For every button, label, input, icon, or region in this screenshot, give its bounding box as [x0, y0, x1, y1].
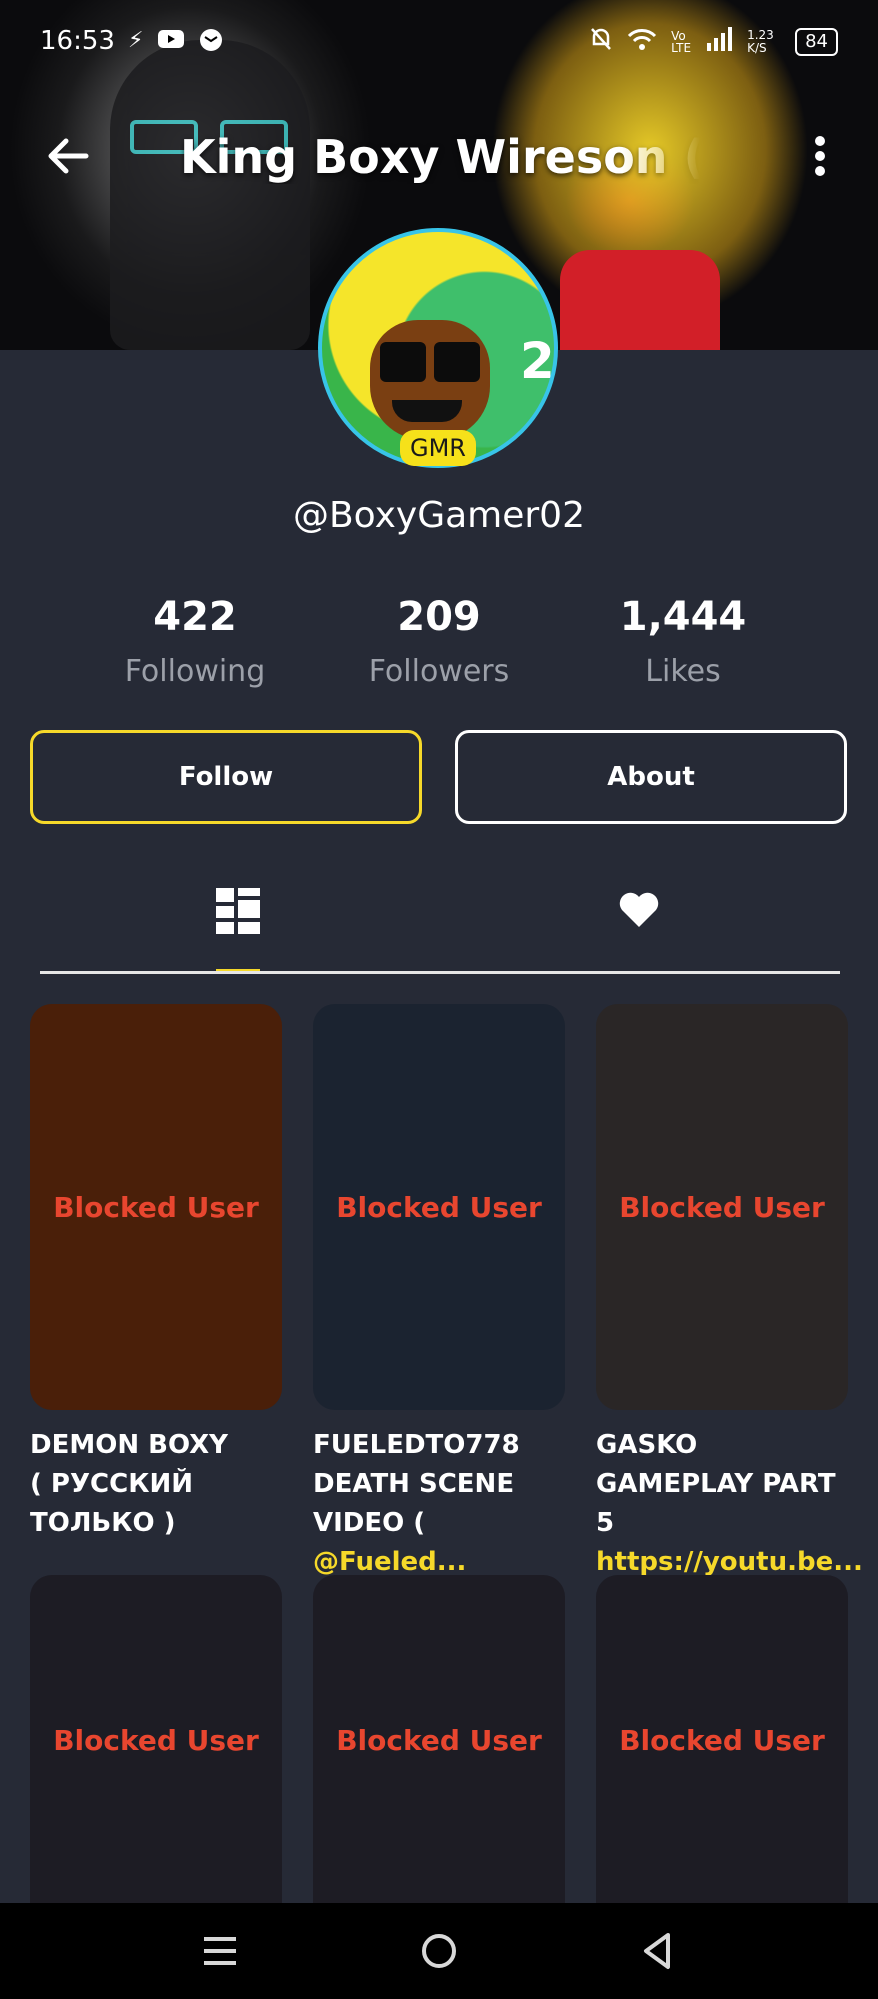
stat-label: Followers — [368, 654, 510, 689]
video-card[interactable]: Blocked User — [30, 1004, 282, 1410]
username: @BoxyGamer02 — [292, 495, 585, 536]
stat-followers[interactable]: 209 Followers — [329, 594, 549, 689]
video-card[interactable]: Blocked User — [596, 1575, 848, 1905]
wifi-icon — [627, 27, 657, 57]
home-icon[interactable] — [417, 1929, 461, 1973]
stat-following[interactable]: 422 Following — [85, 594, 305, 689]
video-caption[interactable]: FUELEDTO778 DEATH SCENE VIDEO ( @Fueled.… — [313, 1426, 565, 1582]
stat-value: 209 — [397, 594, 481, 640]
profile-title: King Boxy Wireson ( Ko — [180, 130, 700, 184]
back-arrow-icon[interactable] — [46, 134, 90, 178]
avatar-face — [370, 320, 490, 440]
system-navigation-bar — [0, 1903, 878, 1999]
avatar[interactable]: 2 GMR — [318, 228, 558, 468]
youtube-icon — [157, 28, 185, 58]
heart-icon[interactable] — [618, 892, 660, 928]
menu-icon[interactable] — [198, 1929, 242, 1973]
video-caption[interactable]: GASKO GAMEPLAY PART 5 https://youtu.be..… — [596, 1426, 863, 1582]
back-triangle-icon[interactable] — [636, 1929, 680, 1973]
caption-line: DEATH SCENE — [313, 1469, 515, 1499]
tabs-divider — [40, 971, 840, 974]
video-card[interactable]: Blocked User — [313, 1004, 565, 1410]
video-caption[interactable]: DEMON BOXY ( РУССКИЙ ТОЛЬКО ) — [30, 1426, 282, 1543]
video-card[interactable]: Blocked User — [596, 1004, 848, 1410]
stat-value: 1,444 — [619, 594, 747, 640]
caption-line: VIDEO ( @Fueled... — [313, 1504, 565, 1582]
signal-icon — [705, 27, 733, 57]
status-time: 16:53 — [40, 26, 115, 56]
stat-label: Likes — [645, 654, 721, 689]
follow-button[interactable]: Follow — [30, 730, 422, 824]
volte-icon: Vo LTE — [671, 29, 692, 55]
profile-top-bar: King Boxy Wireson ( Ko — [0, 120, 878, 200]
charging-bolt-icon: ⚡ — [128, 28, 144, 53]
caption-line: DEMON BOXY — [30, 1430, 228, 1460]
caption-mention-link[interactable]: @Fueled... — [313, 1547, 466, 1577]
caption-line: FUELEDTO778 — [313, 1430, 520, 1460]
message-icon — [199, 28, 223, 58]
avatar-glasses-right — [434, 342, 480, 382]
status-left-icons: ⚡ — [128, 28, 223, 58]
caption-line: ТОЛЬКО ) — [30, 1508, 176, 1538]
grid-icon[interactable] — [216, 888, 260, 934]
about-button[interactable]: About — [455, 730, 847, 824]
blocked-user-label: Blocked User — [336, 1723, 542, 1757]
more-options-icon[interactable] — [808, 134, 832, 178]
blocked-user-label: Blocked User — [619, 1190, 825, 1224]
caption-line: 5 https://youtu.be... — [596, 1504, 863, 1582]
banner-character-right — [560, 250, 720, 350]
blocked-user-label: Blocked User — [619, 1723, 825, 1757]
blocked-user-label: Blocked User — [53, 1723, 259, 1757]
caption-text: 5 — [596, 1508, 615, 1538]
stat-value: 422 — [153, 594, 237, 640]
avatar-glasses-left — [380, 342, 426, 382]
caption-text: VIDEO ( — [313, 1508, 426, 1538]
caption-line: GAMEPLAY PART — [596, 1469, 836, 1499]
battery-indicator: 84 — [795, 28, 838, 56]
caption-url-link[interactable]: https://youtu.be... — [596, 1547, 863, 1577]
caption-line: GASKO — [596, 1430, 698, 1460]
stat-label: Following — [124, 654, 266, 689]
status-right-icons: Vo LTE 1.23 K/S 84 — [589, 26, 838, 58]
caption-line: ( РУССКИЙ — [30, 1469, 193, 1499]
avatar-mouth — [392, 400, 462, 422]
blocked-user-label: Blocked User — [336, 1190, 542, 1224]
avatar-badge: GMR — [400, 430, 476, 466]
content-tabs — [40, 880, 840, 974]
video-card[interactable]: Blocked User — [30, 1575, 282, 1905]
status-bar: 16:53 ⚡ Vo LTE 1.23 K/S 84 — [0, 0, 878, 90]
avatar-number: 2 — [520, 332, 555, 390]
blocked-user-label: Blocked User — [53, 1190, 259, 1224]
video-card[interactable]: Blocked User — [313, 1575, 565, 1905]
network-speed: 1.23 K/S — [747, 28, 774, 55]
mute-bell-icon — [589, 26, 613, 58]
stat-likes: 1,444 Likes — [573, 594, 793, 689]
